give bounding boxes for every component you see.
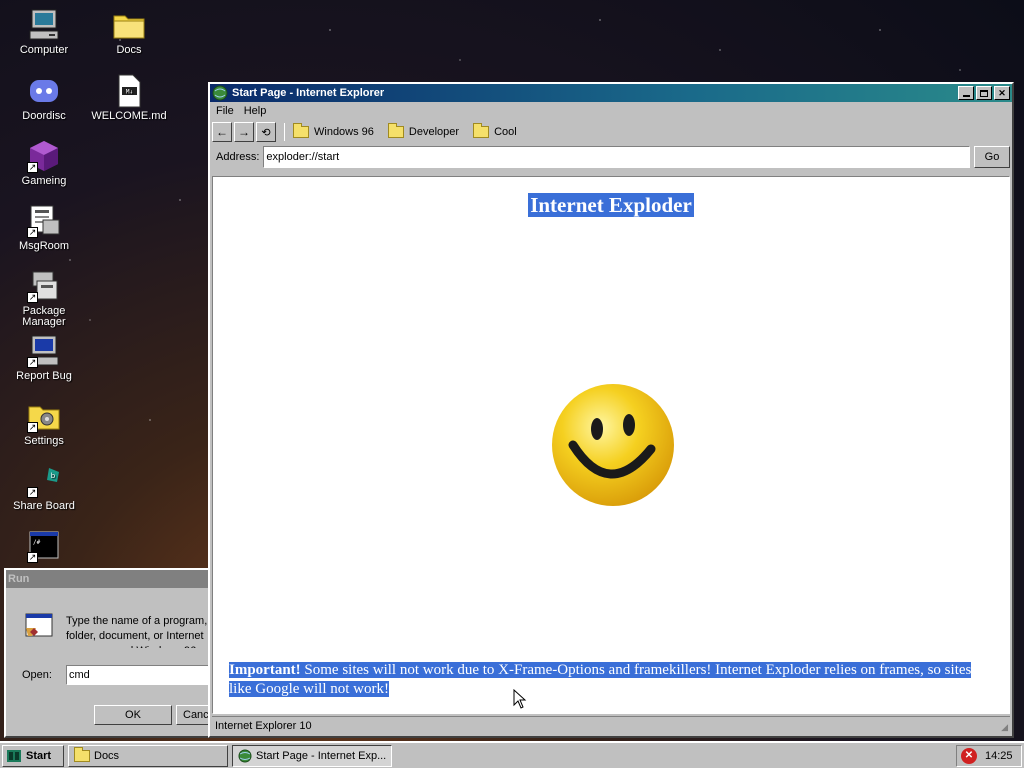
settings-icon: ↗	[27, 399, 61, 433]
computer-icon	[27, 8, 61, 42]
go-button[interactable]: Go	[974, 146, 1010, 168]
back-button[interactable]: ←	[212, 122, 232, 142]
address-label: Address:	[216, 151, 260, 163]
ie-globe-icon	[212, 85, 228, 101]
browser-window: Start Page - Internet Explorer ✕ File He…	[208, 82, 1014, 738]
smiley-image	[551, 383, 675, 507]
browser-content: Internet Exploder Important! Some sites …	[212, 176, 1010, 714]
run-title: Run	[8, 573, 30, 585]
ie-globe-icon	[238, 749, 252, 763]
status-text: Internet Explorer 10	[215, 719, 312, 732]
maximize-button[interactable]	[976, 86, 992, 100]
discord-icon	[27, 74, 61, 108]
report-bug-icon: ↗	[27, 334, 61, 368]
svg-text:b: b	[51, 472, 56, 480]
error-icon[interactable]: ✕	[961, 747, 977, 764]
arrow-right-icon: →	[238, 125, 250, 139]
run-titlebar[interactable]: Run	[6, 570, 212, 588]
desktop-icon-report-bug[interactable]: ↗ Report Bug	[6, 334, 82, 382]
folder-icon	[293, 123, 309, 138]
package-manager-icon: ↗	[27, 269, 61, 303]
markdown-file-icon: M↓	[112, 74, 146, 108]
address-bar: Address: Go	[210, 144, 1012, 170]
svg-text:/#: /#	[33, 539, 41, 546]
desktop-icon-gameing[interactable]: ↗ Gameing	[6, 139, 82, 187]
menu-help[interactable]: Help	[244, 105, 267, 117]
browser-menubar: File Help	[210, 102, 1012, 120]
maximize-icon	[980, 89, 988, 97]
desktop-icon-docs[interactable]: Docs	[91, 8, 167, 56]
refresh-icon: ⟲	[261, 126, 271, 139]
terminal-icon: /# ↗	[27, 529, 61, 563]
status-bar: Internet Explorer 10 ◢	[212, 716, 1010, 734]
bookmark-cool[interactable]: Cool	[473, 123, 517, 138]
share-board-icon: b ↗	[27, 464, 61, 498]
close-icon: ✕	[998, 87, 1006, 98]
desktop-icon-doordisc[interactable]: Doordisc	[6, 74, 82, 122]
resize-grip-icon[interactable]: ◢	[1001, 722, 1008, 733]
minimize-button[interactable]	[958, 86, 974, 100]
msgroom-icon: ↗	[27, 204, 61, 238]
start-button[interactable]: Start	[2, 744, 64, 767]
desktop-icon-package-manager[interactable]: ↗ Package Manager	[6, 269, 82, 328]
folder-icon	[473, 123, 490, 138]
browser-titlebar[interactable]: Start Page - Internet Explorer ✕	[210, 84, 1012, 102]
folder-icon	[387, 123, 404, 138]
toolbar-divider	[284, 123, 285, 141]
refresh-button[interactable]: ⟲	[256, 122, 276, 142]
forward-button[interactable]: →	[234, 122, 254, 142]
page-heading: Internet Exploder	[528, 193, 694, 217]
mouse-cursor-icon	[513, 688, 527, 709]
game-cube-icon: ↗	[27, 139, 61, 173]
desktop-icon-settings[interactable]: ↗ Settings	[6, 399, 82, 447]
address-input[interactable]	[263, 146, 970, 168]
menu-file[interactable]: File	[216, 105, 234, 117]
start-logo-icon	[6, 748, 22, 764]
run-open-label: Open:	[22, 669, 52, 681]
desktop-icon-welcome[interactable]: M↓ WELCOME.md	[91, 74, 167, 122]
svg-text:M↓: M↓	[126, 89, 133, 96]
run-dialog: Run Type the name of a program, folder, …	[4, 568, 216, 738]
run-description: Type the name of a program, folder, docu…	[66, 615, 208, 648]
clock: 14:25	[985, 749, 1013, 762]
run-open-input[interactable]	[66, 665, 216, 685]
system-tray: ✕ 14:25	[956, 744, 1022, 767]
arrow-left-icon: ←	[216, 125, 228, 139]
taskbar-item-browser[interactable]: Start Page - Internet Exp...	[232, 744, 392, 767]
browser-title: Start Page - Internet Explorer	[232, 87, 385, 99]
bookmark-windows96[interactable]: Windows 96	[293, 123, 374, 138]
run-program-icon	[20, 612, 54, 646]
close-button[interactable]: ✕	[994, 86, 1010, 100]
desktop-icon-share-board[interactable]: b ↗ Share Board	[6, 464, 82, 512]
frame-notice: Important! Some sites will not work due …	[229, 662, 972, 697]
desktop-icon-computer[interactable]: Computer	[6, 8, 82, 56]
run-ok-button[interactable]: OK	[94, 705, 172, 725]
minimize-icon	[962, 95, 970, 97]
desktop-icon-msgroom[interactable]: ↗ MsgRoom	[6, 204, 82, 252]
bookmark-developer[interactable]: Developer	[387, 123, 459, 138]
taskbar: Start Docs Start Page - Internet Exp... …	[0, 741, 1024, 768]
folder-icon	[74, 746, 90, 762]
desktop-icon-terminal[interactable]: /# ↗	[6, 529, 82, 566]
folder-icon	[112, 8, 146, 42]
taskbar-item-docs[interactable]: Docs	[68, 744, 228, 767]
browser-toolbar: ← → ⟲ Windows 96 Developer Cool	[210, 120, 1012, 144]
smiley-face-icon	[552, 384, 674, 506]
